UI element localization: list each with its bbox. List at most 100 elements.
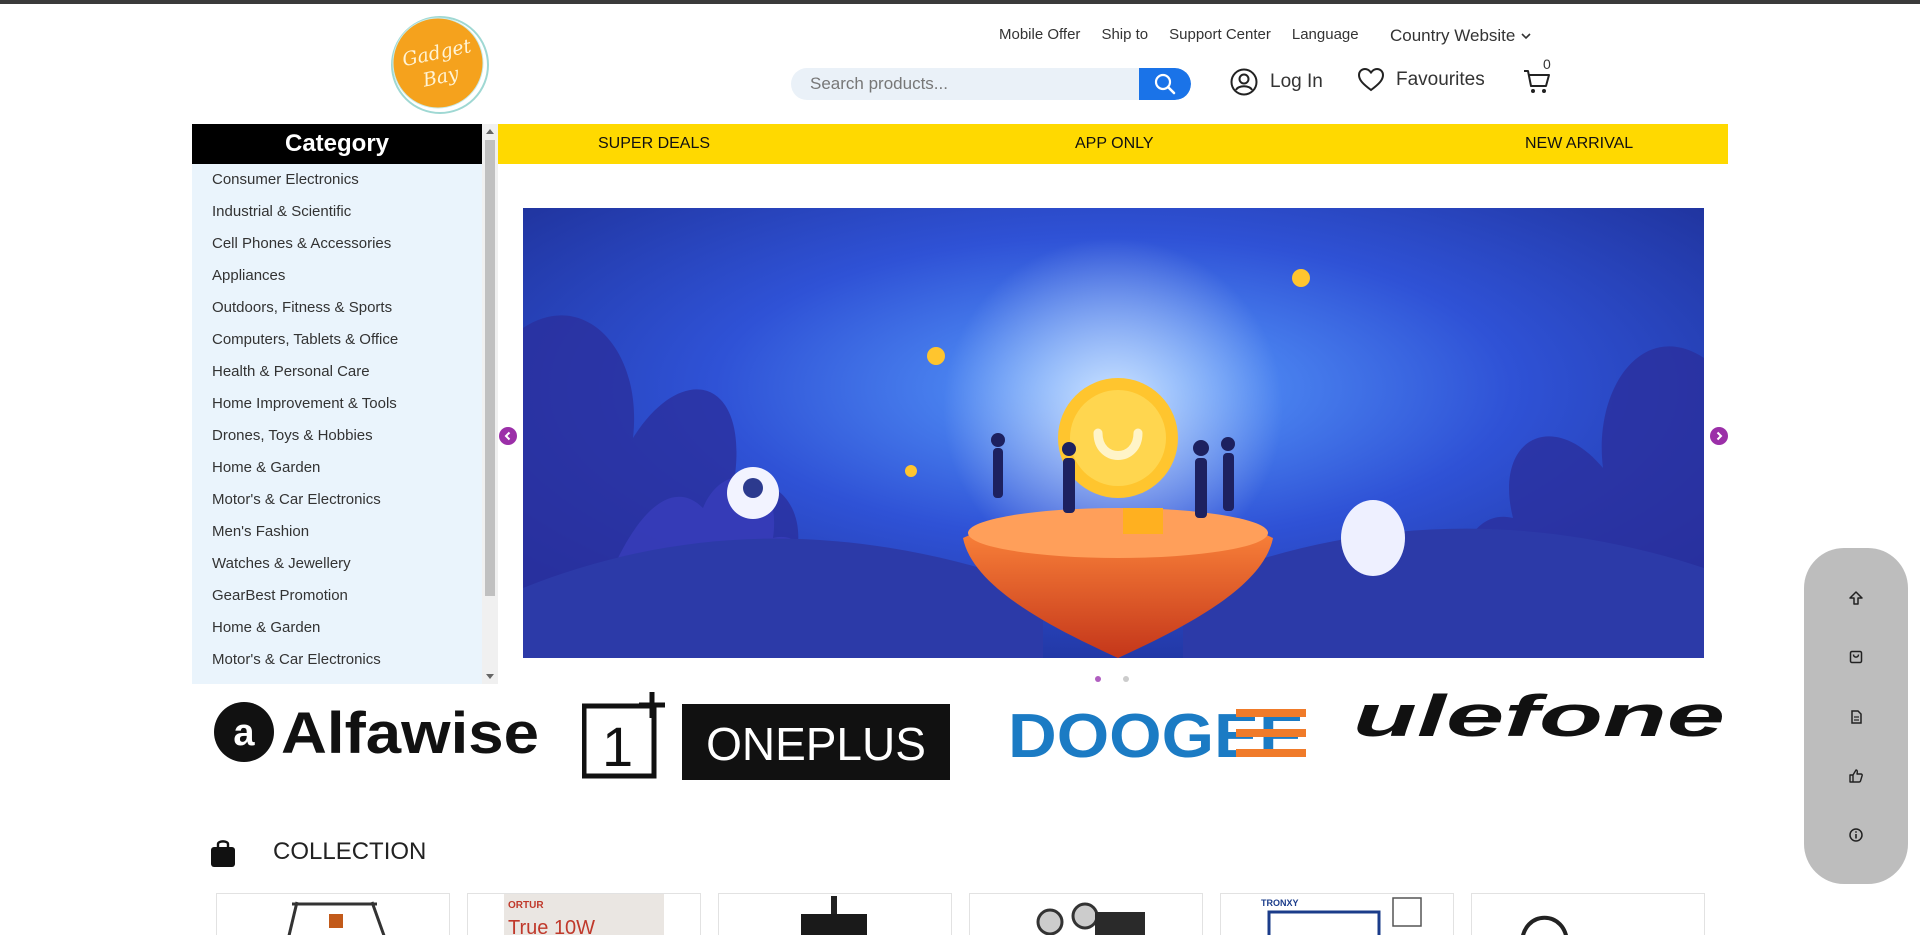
product-image (287, 901, 386, 935)
search-input[interactable] (791, 68, 1139, 100)
product-card[interactable] (216, 893, 450, 935)
new-arrival-link[interactable]: NEW ARRIVAL (1525, 124, 1633, 164)
top-border (0, 0, 1920, 4)
app-only-link[interactable]: APP ONLY (1075, 124, 1154, 164)
category-item-motor-car[interactable]: Motor's & Car Electronics (192, 484, 482, 516)
country-website-dropdown[interactable]: Country Website (1390, 26, 1531, 46)
search-icon (1154, 73, 1176, 95)
chevron-left-icon (504, 431, 511, 441)
chevron-right-icon (1716, 431, 1723, 441)
category-title: Category (192, 124, 482, 164)
top-links: Mobile Offer Ship to Support Center Lang… (999, 26, 1380, 43)
category-list: Consumer Electronics Industrial & Scient… (192, 164, 482, 684)
category-item-home-garden-2[interactable]: Home & Garden (192, 612, 482, 644)
hero-banner[interactable] (523, 208, 1704, 658)
country-website-label: Country Website (1390, 26, 1516, 45)
category-item-computers[interactable]: Computers, Tablets & Office (192, 324, 482, 356)
oneplus-logo: 1 ONEPLUS (581, 692, 950, 780)
banner-dot-1[interactable] (1095, 676, 1101, 682)
category-item-outdoors[interactable]: Outdoors, Fitness & Sports (192, 292, 482, 324)
login-button[interactable]: Log In (1230, 68, 1323, 96)
true-10w-label: True 10W (508, 917, 595, 935)
banner-prev-button[interactable] (499, 427, 517, 445)
login-label: Log In (1270, 71, 1323, 92)
product-card[interactable] (969, 893, 1203, 935)
info-icon (1849, 828, 1863, 842)
ship-to-link[interactable]: Ship to (1101, 26, 1148, 43)
product-card[interactable] (1471, 893, 1705, 935)
product-image (1036, 902, 1145, 935)
ulefone-wordmark: ulefone (1353, 690, 1725, 746)
scrollbar-thumb[interactable] (485, 140, 495, 596)
floating-toolbar (1804, 548, 1908, 884)
search-button[interactable] (1139, 68, 1191, 100)
shopping-bag-icon (210, 838, 236, 873)
category-panel: Category Consumer Electronics Industrial… (192, 124, 498, 684)
oneplus-wordmark: ONEPLUS (706, 718, 926, 770)
product-image (1521, 915, 1568, 935)
banner-next-button[interactable] (1710, 427, 1728, 445)
mobile-offer-link[interactable]: Mobile Offer (999, 26, 1080, 43)
heart-icon (1358, 68, 1384, 92)
hero-banner-illustration (523, 208, 1704, 658)
category-item-home-garden[interactable]: Home & Garden (192, 452, 482, 484)
svg-text:1: 1 (602, 715, 633, 778)
site-logo[interactable]: Gadget Bay (388, 15, 492, 115)
banner-dot-2[interactable] (1123, 676, 1129, 682)
like-button[interactable] (1848, 768, 1864, 784)
banner-pagination (1095, 676, 1129, 682)
super-deals-link[interactable]: SUPER DEALS (598, 124, 710, 164)
language-link[interactable]: Language (1292, 26, 1359, 43)
ortur-label: ORTUR (508, 900, 544, 911)
category-item-gearbest-promotion[interactable]: GearBest Promotion (192, 580, 482, 612)
search-bar (791, 68, 1191, 100)
document-icon (1851, 710, 1862, 724)
category-item-appliances[interactable]: Appliances (192, 260, 482, 292)
category-item-cell-phones[interactable]: Cell Phones & Accessories (192, 228, 482, 260)
user-icon (1230, 68, 1258, 96)
scroll-up-arrow-icon[interactable] (486, 129, 494, 134)
brand-alfawise[interactable]: a Alfawise (213, 700, 543, 769)
tronxy-label: TRONXY (1261, 898, 1299, 908)
category-item-motor-car-2[interactable]: Motor's & Car Electronics (192, 644, 482, 676)
alfawise-wordmark: Alfawise (281, 701, 539, 764)
svg-text:a: a (233, 712, 255, 754)
cart-count-badge: 0 (1543, 56, 1551, 72)
document-button[interactable] (1848, 709, 1864, 725)
collection-title: COLLECTION (273, 838, 427, 865)
alfawise-logo: a Alfawise (214, 701, 539, 766)
chevron-down-icon (1521, 33, 1531, 40)
product-card[interactable] (718, 893, 952, 935)
brand-ulefone[interactable]: ulefone (1353, 684, 1728, 751)
deal-bar: SUPER DEALS APP ONLY NEW ARRIVAL (498, 124, 1728, 164)
scroll-top-icon (1849, 591, 1863, 605)
category-item-drones[interactable]: Drones, Toys & Hobbies (192, 420, 482, 452)
cart-shortcut-button[interactable] (1848, 649, 1864, 665)
category-item-mens-fashion[interactable]: Men's Fashion (192, 516, 482, 548)
scroll-down-arrow-icon[interactable] (486, 674, 494, 679)
cart-icon (1849, 650, 1863, 664)
favourites-button[interactable]: Favourites (1358, 68, 1485, 92)
product-image: TRONXY (1261, 897, 1422, 935)
product-card[interactable]: ORTUR True 10W (467, 893, 701, 935)
favourites-label: Favourites (1396, 69, 1485, 90)
category-item-consumer-electronics[interactable]: Consumer Electronics (192, 164, 482, 196)
doogee-logo: DOOGEE (1008, 702, 1306, 771)
category-item-watches[interactable]: Watches & Jewellery (192, 548, 482, 580)
support-center-link[interactable]: Support Center (1169, 26, 1271, 43)
ulefone-logo: ulefone (1353, 684, 1725, 749)
product-card[interactable]: TRONXY (1220, 893, 1454, 935)
thumbs-up-icon (1849, 769, 1863, 783)
product-image (801, 896, 867, 935)
scroll-top-button[interactable] (1848, 590, 1864, 606)
brand-oneplus[interactable]: 1 ONEPLUS (581, 692, 952, 787)
category-item-home-improvement[interactable]: Home Improvement & Tools (192, 388, 482, 420)
info-button[interactable] (1848, 827, 1864, 843)
category-item-health[interactable]: Health & Personal Care (192, 356, 482, 388)
brand-doogee[interactable]: DOOGEE (1008, 702, 1308, 771)
product-image: ORTUR True 10W (504, 894, 664, 935)
cart-icon (1524, 70, 1550, 93)
category-item-industrial-scientific[interactable]: Industrial & Scientific (192, 196, 482, 228)
cart-button[interactable] (1523, 68, 1551, 101)
category-scrollbar[interactable] (482, 124, 498, 684)
